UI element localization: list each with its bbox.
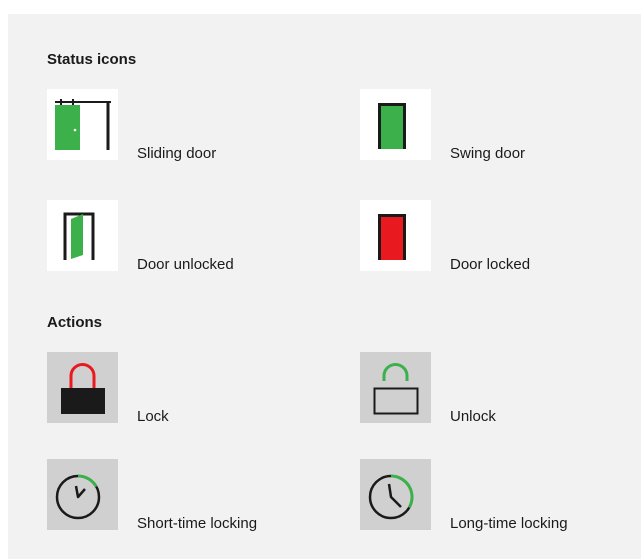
legend-label: Sliding door: [137, 145, 217, 162]
legend-label: Unlock: [450, 408, 496, 425]
status-icons-heading: Status icons: [47, 51, 137, 68]
padlock-locked-icon: [47, 352, 118, 423]
door-locked-icon: [360, 200, 431, 271]
legend-label: Door unlocked: [137, 256, 234, 273]
door-unlocked-icon: [47, 200, 118, 271]
actions-heading: Actions: [47, 314, 103, 331]
legend-panel: Status icons Sliding door Swing door Doo…: [8, 14, 641, 559]
sliding-door-icon: [47, 89, 118, 160]
legend-label: Swing door: [450, 145, 526, 162]
legend-label: Lock: [137, 408, 169, 425]
legend-label: Long-time locking: [450, 515, 568, 532]
legend-label: Short-time locking: [137, 515, 258, 532]
long-time-clock-icon: [360, 459, 431, 530]
short-time-clock-icon: [47, 459, 118, 530]
swing-door-icon: [360, 89, 431, 160]
legend-label: Door locked: [450, 256, 531, 273]
padlock-unlocked-icon: [360, 352, 431, 423]
